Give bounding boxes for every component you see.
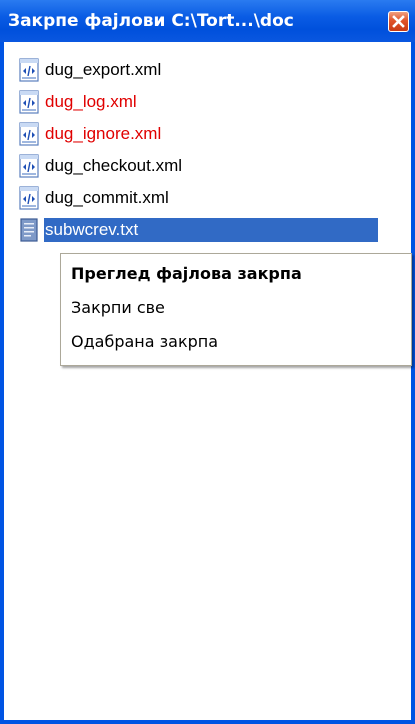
selection-highlight: subwcrev.txt [44,218,378,242]
file-name: subwcrev.txt [45,220,139,239]
file-name: dug_commit.xml [45,188,169,207]
context-menu: Преглед фајлова закрпа Закрпи све Одабра… [60,253,412,366]
file-row-dug-export[interactable]: dug_export.xml [18,54,413,86]
xml-file-icon [19,58,39,82]
file-name: dug_checkout.xml [45,156,183,175]
menu-item-view-patch-files[interactable]: Преглед фајлова закрпа [61,257,411,291]
xml-file-icon [19,154,39,178]
text-file-icon [20,218,38,242]
file-name: dug_ignore.xml [45,124,162,143]
file-name: dug_export.xml [45,60,162,79]
file-row-dug-ignore[interactable]: dug_ignore.xml [18,118,413,150]
xml-file-icon [19,90,39,114]
patch-file-list: dug_export.xml dug_log.xml dug_ignore.xm… [18,54,413,246]
menu-item-patch-all[interactable]: Закрпи све [61,291,411,325]
xml-file-icon [19,122,39,146]
close-x-icon [392,15,405,28]
file-name: dug_log.xml [45,92,137,111]
window-title: Закрпе фајлови C:\Tort...\doc [8,11,294,31]
file-row-subwcrev[interactable]: subwcrev.txt [18,214,413,246]
title-bar[interactable]: Закрпе фајлови C:\Tort...\doc [0,0,415,42]
close-button[interactable] [388,11,409,32]
file-row-dug-checkout[interactable]: dug_checkout.xml [18,150,413,182]
file-row-dug-commit[interactable]: dug_commit.xml [18,182,413,214]
file-row-dug-log[interactable]: dug_log.xml [18,86,413,118]
xml-file-icon [19,186,39,210]
patch-files-window: Закрпе фајлови C:\Tort...\doc dug_export… [0,0,415,724]
menu-item-patch-selected[interactable]: Одабрана закрпа [61,325,411,359]
